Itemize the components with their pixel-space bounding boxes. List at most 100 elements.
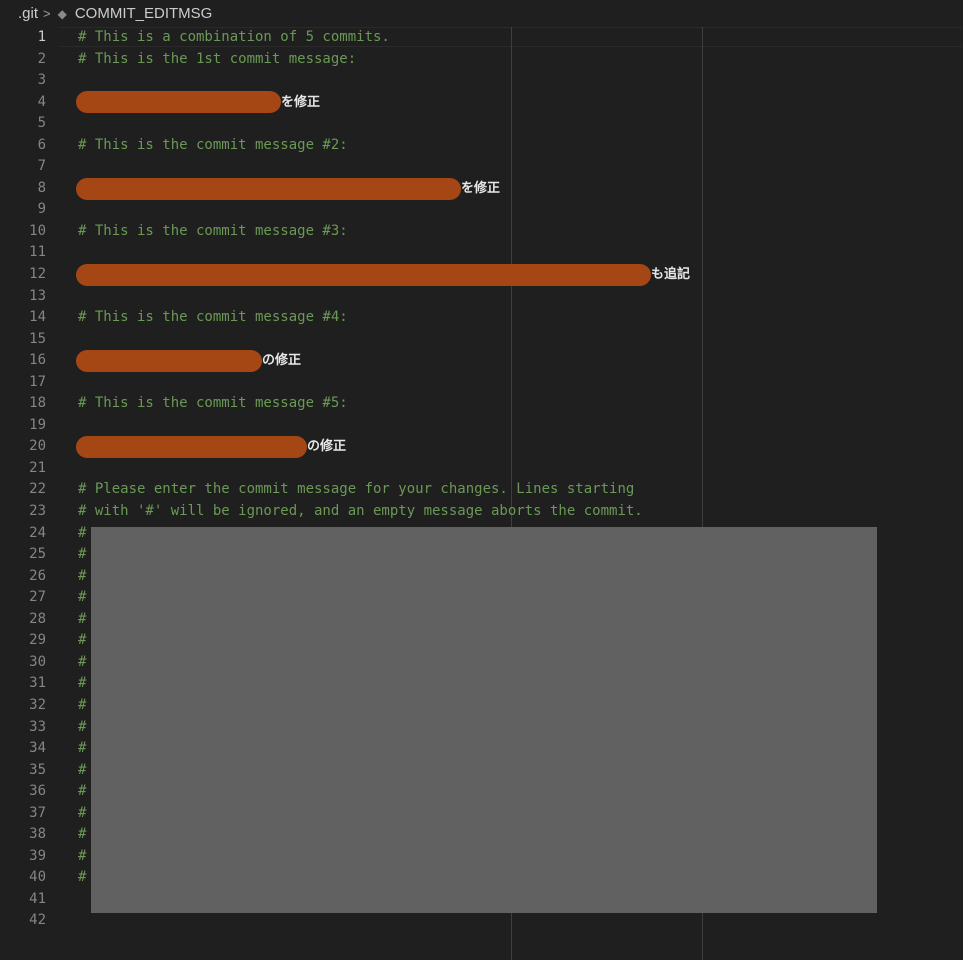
line-text: # bbox=[78, 740, 87, 757]
code-line[interactable] bbox=[78, 372, 963, 394]
line-text: # This is the 1st commit message: bbox=[78, 50, 357, 67]
code-line[interactable]: # This is the commit message #5: bbox=[78, 393, 963, 415]
line-number: 27 bbox=[29, 589, 46, 606]
code-line[interactable]: を修正 bbox=[76, 91, 963, 114]
line-number: 35 bbox=[29, 761, 46, 778]
line-text: # This is the commit message #5: bbox=[78, 395, 348, 412]
line-number: 2 bbox=[37, 50, 46, 67]
line-text: # This is the commit message #3: bbox=[78, 222, 348, 239]
line-text: # bbox=[78, 567, 87, 584]
commit-message-suffix: も追記 bbox=[651, 267, 691, 283]
line-number: 8 bbox=[37, 179, 46, 196]
line-number: 25 bbox=[29, 546, 46, 563]
line-text: # bbox=[78, 632, 87, 649]
code-line[interactable] bbox=[78, 415, 963, 437]
line-text: # bbox=[78, 675, 87, 692]
commit-message-suffix: の修正 bbox=[307, 439, 347, 455]
line-text: # bbox=[78, 610, 87, 627]
git-file-icon: ◆ bbox=[57, 6, 67, 21]
line-number: 22 bbox=[29, 481, 46, 498]
line-text: # bbox=[78, 761, 87, 778]
chevron-right-icon: > bbox=[43, 6, 51, 21]
code-line[interactable]: # This is the 1st commit message: bbox=[78, 49, 963, 71]
line-number: 23 bbox=[29, 503, 46, 520]
line-number: 18 bbox=[29, 395, 46, 412]
line-number: 13 bbox=[29, 287, 46, 304]
line-number: 5 bbox=[37, 115, 46, 132]
code-line[interactable] bbox=[78, 113, 963, 135]
line-text: # This is the commit message #4: bbox=[78, 309, 348, 326]
code-line[interactable]: を修正 bbox=[76, 177, 963, 200]
code-line[interactable]: # This is the commit message #4: bbox=[78, 307, 963, 329]
breadcrumb-file[interactable]: COMMIT_EDITMSG bbox=[75, 5, 213, 22]
line-number: 34 bbox=[29, 740, 46, 757]
line-number: 41 bbox=[29, 890, 46, 907]
line-text: # bbox=[78, 826, 87, 843]
line-number: 31 bbox=[29, 675, 46, 692]
code-line[interactable]: # with '#' will be ignored, and an empty… bbox=[78, 501, 963, 523]
line-number: 33 bbox=[29, 718, 46, 735]
line-number: 28 bbox=[29, 610, 46, 627]
line-number: 36 bbox=[29, 783, 46, 800]
line-number: 24 bbox=[29, 524, 46, 541]
code-line[interactable]: # This is a combination of 5 commits. bbox=[78, 27, 963, 49]
line-text: # bbox=[78, 589, 87, 606]
line-number: 6 bbox=[37, 136, 46, 153]
code-line[interactable] bbox=[78, 242, 963, 264]
line-number: 3 bbox=[37, 72, 46, 89]
breadcrumb-folder[interactable]: .git bbox=[18, 5, 38, 22]
code-line[interactable] bbox=[78, 329, 963, 351]
code-line[interactable] bbox=[78, 199, 963, 221]
line-number: 4 bbox=[37, 93, 46, 110]
line-number: 39 bbox=[29, 847, 46, 864]
line-number: 12 bbox=[29, 266, 46, 283]
line-number: 29 bbox=[29, 632, 46, 649]
redacted-text bbox=[76, 349, 262, 372]
code-line[interactable]: の修正 bbox=[76, 349, 963, 372]
line-number: 30 bbox=[29, 653, 46, 670]
code-line[interactable] bbox=[78, 156, 963, 178]
breadcrumb: .git > ◆ COMMIT_EDITMSG bbox=[0, 0, 963, 27]
code-line[interactable] bbox=[78, 458, 963, 480]
line-number: 11 bbox=[29, 244, 46, 261]
line-text: # bbox=[78, 869, 87, 886]
code-line[interactable] bbox=[78, 70, 963, 92]
line-number: 38 bbox=[29, 826, 46, 843]
line-text: # This is the commit message #2: bbox=[78, 136, 348, 153]
line-text: # bbox=[78, 718, 87, 735]
line-number: 21 bbox=[29, 459, 46, 476]
line-text: # Please enter the commit message for yo… bbox=[78, 481, 635, 498]
line-number: 42 bbox=[29, 912, 46, 929]
redacted-text bbox=[76, 91, 281, 114]
redacted-text bbox=[76, 436, 307, 459]
line-number: 17 bbox=[29, 373, 46, 390]
line-number: 14 bbox=[29, 309, 46, 326]
code-line[interactable]: の修正 bbox=[76, 436, 963, 459]
line-text: # bbox=[78, 847, 87, 864]
line-number: 20 bbox=[29, 438, 46, 455]
line-number: 1 bbox=[37, 29, 46, 45]
line-number: 9 bbox=[37, 201, 46, 218]
editor[interactable]: 1 2 3 4 5 6 7 8 9 10 11 12 13 14 15 16 17 18 19 20 21 22 23 24 2… bbox=[0, 27, 963, 960]
redacted-text bbox=[76, 177, 461, 200]
line-number-gutter: 1 2 3 4 5 6 7 8 9 10 11 12 13 14 15 16 17 18 19 20 21 22 23 24 2… bbox=[0, 27, 46, 932]
line-number: 19 bbox=[29, 416, 46, 433]
line-number: 37 bbox=[29, 804, 46, 821]
line-number: 7 bbox=[37, 158, 46, 175]
code-line[interactable]: # This is the commit message #2: bbox=[78, 135, 963, 157]
line-text: # bbox=[78, 804, 87, 821]
code-line[interactable]: # Please enter the commit message for yo… bbox=[78, 479, 963, 501]
line-number: 40 bbox=[29, 869, 46, 886]
line-number: 15 bbox=[29, 330, 46, 347]
line-number: 26 bbox=[29, 567, 46, 584]
code-line[interactable] bbox=[78, 286, 963, 308]
commit-message-suffix: の修正 bbox=[262, 353, 302, 369]
redacted-text bbox=[76, 263, 651, 286]
line-text: # This is a combination of 5 commits. bbox=[78, 29, 390, 45]
line-text: # bbox=[78, 783, 87, 800]
code-line[interactable]: も追記 bbox=[76, 263, 963, 286]
line-text: # bbox=[78, 696, 87, 713]
line-number: 32 bbox=[29, 696, 46, 713]
redacted-block bbox=[91, 527, 877, 913]
code-line[interactable]: # This is the commit message #3: bbox=[78, 221, 963, 243]
